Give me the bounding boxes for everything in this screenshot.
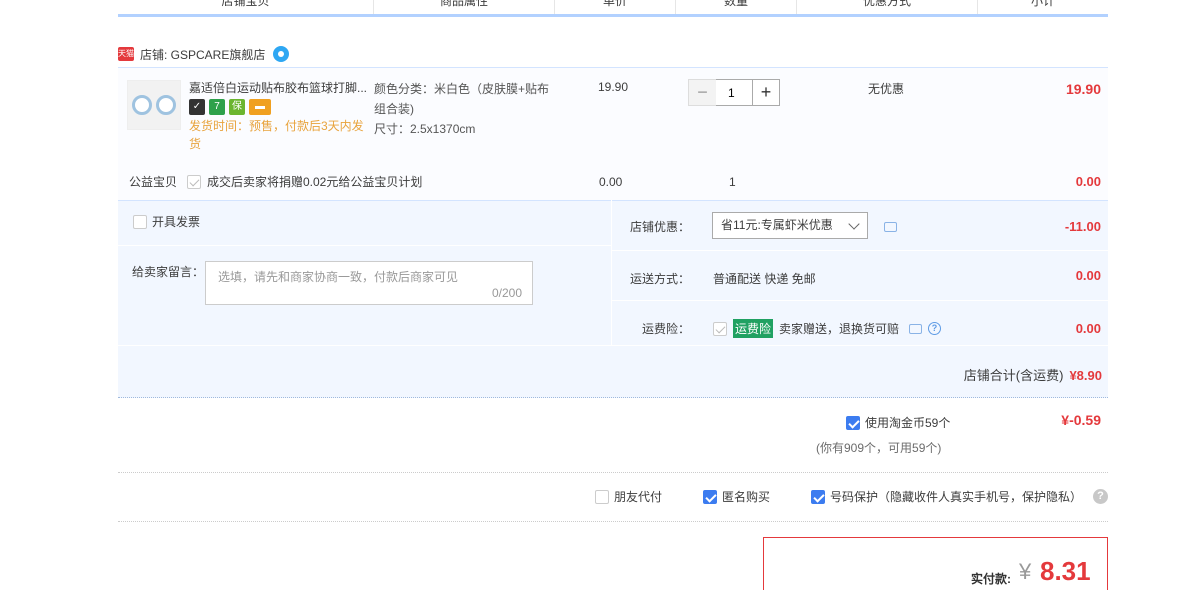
delivery-label: 运送方式：	[629, 272, 690, 286]
col-header-discount: 优惠方式	[862, 0, 911, 8]
insurance-text: 卖家赠送，退换货可赔	[779, 322, 900, 336]
help-icon[interactable]: ?	[1093, 489, 1108, 504]
unit-price: 19.90	[598, 80, 629, 94]
charity-label: 公益宝贝	[129, 175, 178, 189]
tmall-icon: 天猫	[118, 47, 134, 61]
number-protect-option[interactable]: 号码保护（隐藏收件人真实手机号，保护隐私）	[811, 488, 1082, 505]
guarantee-icon: ✓	[189, 99, 205, 115]
message-label: 给卖家留言：	[132, 265, 205, 279]
coin-checkbox[interactable]	[846, 415, 860, 430]
number-protect-label: 号码保护（隐藏收件人真实手机号，保护隐私）	[830, 490, 1083, 504]
shop-line: 天猫 店铺: GSPCARE旗舰店	[118, 44, 290, 64]
shop-discount-select[interactable]: 省11元:专属虾米优惠	[712, 212, 868, 239]
insurance-tag: 运费险	[733, 319, 774, 338]
shop-name[interactable]: 店铺: GSPCARE旗舰店	[140, 46, 265, 63]
taobao-coin-option[interactable]: 使用淘金币59个	[846, 414, 950, 431]
col-header-subtotal: 小计	[1030, 0, 1055, 8]
charity-text: 成交后卖家将捐赠0.02元给公益宝贝计划	[207, 175, 423, 189]
attr-size: 尺寸：2.5x1370cm	[374, 122, 476, 136]
help-icon[interactable]: ?	[928, 322, 942, 335]
friend-pay-checkbox[interactable]	[595, 489, 609, 504]
message-char-count: 0/200	[491, 286, 522, 300]
payment-label: 实付款:	[971, 572, 1011, 586]
col-header-attr: 商品属性	[439, 0, 488, 8]
discount-method: 无优惠	[868, 82, 905, 96]
insurance-amount: 0.00	[1075, 321, 1101, 336]
product-image-roll	[132, 95, 152, 115]
seven-day-return-icon: 7	[209, 99, 225, 115]
anonymous-checkbox[interactable]	[703, 489, 717, 504]
credit-card-icon: ▬	[249, 99, 271, 115]
invoice-label: 开具发票	[152, 215, 201, 229]
charity-qty: 1	[729, 175, 736, 189]
charity-info: 成交后卖家将捐赠0.02元给公益宝贝计划	[187, 173, 422, 190]
coin-label: 使用淘金币59个	[865, 416, 951, 430]
item-subtotal: 19.90	[1065, 81, 1101, 97]
coin-amount: ¥-0.59	[1061, 412, 1101, 428]
chat-bubble-icon[interactable]	[884, 222, 897, 232]
shop-total: 店铺合计(含运费) ¥8.90	[830, 365, 1102, 384]
chevron-down-icon	[848, 218, 860, 230]
shipping-time: 发货时间：预售，付款后3天内发货	[189, 119, 364, 151]
product-image-roll	[156, 95, 176, 115]
quantity-input[interactable]	[716, 79, 752, 106]
friend-pay-option[interactable]: 朋友代付	[595, 488, 662, 505]
divider	[118, 521, 1108, 522]
shop-discount-label: 店铺优惠：	[629, 220, 690, 234]
delivery-method: 普通配送 快递 免邮	[713, 272, 816, 286]
increase-qty-button[interactable]: +	[752, 79, 780, 106]
col-header-price: 单价	[602, 0, 627, 8]
shop-total-value: ¥8.90	[1069, 368, 1102, 383]
insurance-label: 运费险：	[641, 322, 690, 336]
panel-divider	[612, 300, 1108, 301]
service-badges: ✓ 7 保 ▬	[189, 99, 271, 115]
currency-symbol: ¥	[1019, 559, 1032, 584]
anonymous-option[interactable]: 匿名购买	[703, 488, 770, 505]
shop-discount-value: 省11元:专属虾米优惠	[721, 218, 833, 232]
product-title[interactable]: 嘉适倍白运动贴布胶布篮球打脚...	[189, 79, 371, 97]
panel-divider	[118, 245, 611, 246]
seller-message-input[interactable]: 选填，请先和商家协商一致，付款后商家可见 0/200	[205, 261, 533, 305]
decrease-qty-button[interactable]: −	[688, 79, 716, 106]
shop-discount-amount: -11.00	[1064, 219, 1101, 234]
divider	[118, 472, 1108, 473]
delivery-amount: 0.00	[1075, 268, 1101, 283]
panel-divider	[612, 250, 1108, 251]
column-header-bar: 店铺宝贝 商品属性 单价 数量 优惠方式 小计	[118, 0, 1108, 17]
anonymous-label: 匿名购买	[722, 490, 771, 504]
product-attributes: 颜色分类：米白色（皮肤膜+贴布组合装) 尺寸：2.5x1370cm	[374, 79, 559, 139]
wangwang-chat-icon[interactable]	[273, 46, 290, 62]
invoice-checkbox[interactable]	[133, 214, 147, 229]
attr-color: 颜色分类：米白色（皮肤膜+贴布组合装)	[374, 82, 550, 116]
insurance-checkbox	[713, 321, 727, 336]
quantity-stepper: − +	[688, 79, 780, 106]
friend-pay-label: 朋友代付	[614, 490, 663, 504]
payment-amount: 8.31	[1040, 556, 1091, 586]
panel-divider	[118, 345, 1108, 346]
col-header-qty: 数量	[723, 0, 748, 8]
charity-checkbox	[187, 174, 201, 189]
insurance-info: 运费险 卖家赠送，退换货可赔 ?	[713, 319, 942, 338]
invoice-option[interactable]: 开具发票	[133, 213, 200, 230]
coin-balance: (你有909个，可用59个)	[816, 441, 942, 455]
charity-subtotal: 0.00	[1075, 174, 1101, 189]
chat-bubble-icon[interactable]	[909, 323, 923, 334]
product-thumbnail[interactable]	[127, 80, 181, 130]
number-protect-checkbox[interactable]	[811, 489, 825, 504]
shop-total-label: 店铺合计(含运费)	[963, 368, 1064, 383]
col-header-item: 店铺宝贝	[221, 0, 270, 8]
warranty-icon: 保	[229, 99, 245, 115]
message-placeholder: 选填，请先和商家协商一致，付款后商家可见	[218, 270, 459, 284]
charity-price: 0.00	[599, 175, 623, 189]
